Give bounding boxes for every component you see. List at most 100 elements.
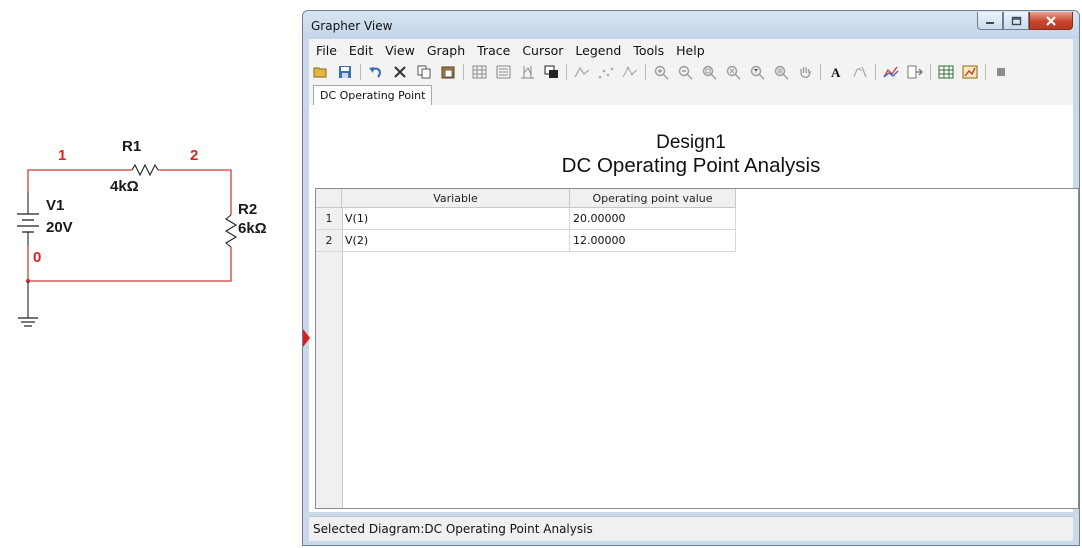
r1-name-label: R1 [122, 138, 142, 155]
toolbar-separator [985, 64, 986, 80]
toggle-cursors-button[interactable] [517, 62, 537, 82]
line-trace-button[interactable] [572, 62, 592, 82]
export-button[interactable] [905, 62, 925, 82]
text-label-button[interactable]: A [826, 62, 846, 82]
node-label-2: 2 [190, 147, 199, 164]
table-cell-value[interactable]: 12.00000 [570, 230, 736, 252]
delete-button[interactable] [390, 62, 410, 82]
menu-legend[interactable]: Legend [570, 43, 626, 58]
maximize-button[interactable] [1003, 12, 1029, 30]
column-header-variable[interactable]: Variable [342, 189, 570, 208]
pan-button[interactable] [795, 62, 815, 82]
undo-button[interactable] [366, 62, 386, 82]
open-folder-icon [313, 67, 327, 78]
add-trace-icon [883, 66, 899, 78]
save-button[interactable] [335, 62, 355, 82]
tab-strip: DC Operating Point [309, 83, 1073, 107]
design-title: Design1 [656, 132, 726, 153]
menu-help[interactable]: Help [671, 43, 710, 58]
cursors-icon [520, 66, 534, 79]
results-table: Variable Operating point value 1 V(1) 20… [315, 188, 1079, 509]
save-icon [339, 66, 351, 78]
table-cell-variable[interactable]: V(1) [342, 208, 570, 230]
menu-trace[interactable]: Trace [472, 43, 515, 58]
toggle-legend-button[interactable] [493, 62, 513, 82]
menu-file[interactable]: File [311, 43, 342, 58]
wire-node-2 [158, 169, 232, 215]
window-icon [544, 65, 558, 78]
table-cell-variable[interactable]: V(2) [342, 230, 570, 252]
menu-bar: File Edit View Graph Trace Cursor Legend… [309, 39, 1073, 61]
ground-symbol [18, 281, 38, 327]
r2-name-label: R2 [238, 201, 258, 218]
zoom-y-icon [750, 65, 764, 79]
text-label-icon: A [831, 65, 841, 79]
stop-icon [997, 68, 1005, 76]
zoom-area-button[interactable] [699, 62, 719, 82]
copy-icon [417, 65, 430, 79]
descriptions-button[interactable] [850, 62, 870, 82]
v1-value-label: 20V [46, 219, 73, 236]
v1-name-label: V1 [46, 197, 65, 214]
menu-graph[interactable]: Graph [422, 43, 470, 58]
diagram-area: Design1 DC Operating Point Analysis Vari… [309, 105, 1079, 512]
dot-trace-button[interactable] [596, 62, 616, 82]
column-header-value[interactable]: Operating point value [570, 189, 736, 208]
copy-button[interactable] [414, 62, 434, 82]
zoom-x-icon [726, 65, 740, 79]
zoom-full-button[interactable] [771, 62, 791, 82]
menu-edit[interactable]: Edit [344, 43, 378, 58]
tab-dc-operating-point[interactable]: DC Operating Point [313, 85, 433, 107]
zoom-x-button[interactable] [723, 62, 743, 82]
line-dot-trace-icon [622, 66, 638, 78]
line-dot-trace-button[interactable] [620, 62, 640, 82]
stop-button[interactable] [991, 62, 1011, 82]
close-button[interactable] [1029, 12, 1073, 30]
zoom-in-icon [654, 65, 668, 79]
export-mathcad-button[interactable] [960, 62, 980, 82]
row-header-1[interactable]: 1 [316, 208, 342, 230]
status-text: Selected Diagram:DC Operating Point Anal… [313, 522, 593, 536]
toolbar-separator [566, 64, 567, 80]
add-trace-button[interactable] [881, 62, 901, 82]
zoom-full-icon [774, 65, 788, 79]
open-button[interactable] [311, 62, 331, 82]
minimize-button[interactable] [977, 12, 1003, 30]
status-bar: Selected Diagram:DC Operating Point Anal… [309, 516, 1073, 541]
window-title-bar[interactable]: Grapher View [303, 11, 1079, 39]
close-icon [1046, 15, 1056, 26]
table-cell-value[interactable]: 20.00000 [570, 208, 736, 230]
toolbar-separator [360, 64, 361, 80]
svg-text:A: A [831, 65, 841, 79]
legend-icon [496, 65, 510, 79]
zoom-y-button[interactable] [747, 62, 767, 82]
toggle-grid-button[interactable] [469, 62, 489, 82]
paste-button[interactable] [438, 62, 458, 82]
line-trace-icon [574, 66, 590, 78]
node-label-0: 0 [33, 249, 42, 266]
menu-view[interactable]: View [380, 43, 420, 58]
row-header-2[interactable]: 2 [316, 230, 342, 252]
caption-buttons [977, 12, 1073, 30]
menu-tools[interactable]: Tools [628, 43, 669, 58]
undo-icon [369, 67, 381, 78]
toolbar-separator [645, 64, 646, 80]
circuit-schematic: 1 R1 2 4kΩ V1 20V 0 R2 6kΩ [0, 0, 300, 548]
paste-icon [441, 66, 455, 79]
show-data-button[interactable] [541, 62, 561, 82]
wire-node-0 [28, 247, 232, 282]
export-icon [907, 65, 923, 79]
r1-value-label: 4kΩ [110, 178, 139, 195]
r2-value-label: 6kΩ [238, 220, 267, 237]
selected-diagram-marker [303, 329, 310, 347]
excel-icon [938, 65, 954, 79]
export-excel-button[interactable] [936, 62, 956, 82]
zoom-in-button[interactable] [651, 62, 671, 82]
menu-cursor[interactable]: Cursor [517, 43, 568, 58]
toolbar-separator [930, 64, 931, 80]
zoom-out-button[interactable] [675, 62, 695, 82]
minimize-icon [986, 21, 994, 24]
toolbar-separator [820, 64, 821, 80]
grid-icon [472, 65, 486, 79]
grapher-view-window: Grapher View File Edit View Graph Trace … [302, 10, 1080, 546]
